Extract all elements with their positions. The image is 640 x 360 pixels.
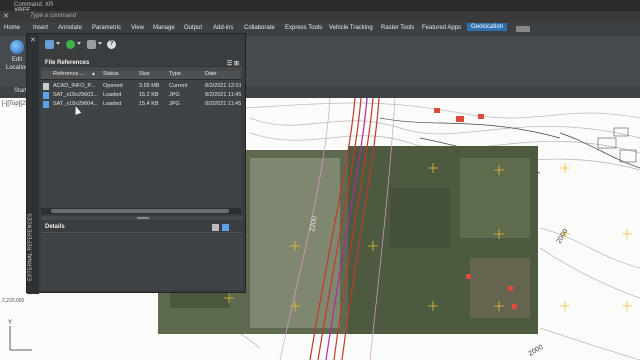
tab-parametric[interactable]: Parametric xyxy=(92,25,121,31)
close-icon[interactable]: ✕ xyxy=(3,12,9,20)
tab-start[interactable]: Start xyxy=(14,88,27,94)
change-path-icon[interactable] xyxy=(87,40,96,49)
palette-title-strip[interactable]: ✕ EXTERNAL REFERENCES xyxy=(27,34,39,294)
external-references-palette[interactable]: ✕ EXTERNAL REFERENCES ? File References … xyxy=(26,33,246,294)
tab-add-ins[interactable]: Add-ins xyxy=(213,25,233,31)
column-header-size[interactable]: Size xyxy=(139,71,150,77)
horizontal-scrollbar[interactable] xyxy=(41,208,241,214)
row-date: 8/2/2021 11:45 xyxy=(205,92,241,98)
details-pane xyxy=(41,234,243,290)
column-header-date[interactable]: Date xyxy=(205,71,217,77)
details-view-icon[interactable] xyxy=(212,224,219,231)
row-size: 15.4 KB xyxy=(139,101,159,107)
row-type: JPG xyxy=(169,101,180,107)
table-row[interactable]: SAT_x18x29603... Loaded 15.2 KB JPG 8/2/… xyxy=(41,91,241,100)
row-type: Current xyxy=(169,83,188,89)
column-header-reference[interactable]: Reference ... xyxy=(53,71,85,77)
image-file-icon xyxy=(43,101,49,108)
tab-collaborate[interactable]: Collaborate xyxy=(244,25,275,31)
details-header[interactable]: Details xyxy=(41,222,243,233)
splitter-grip[interactable] xyxy=(137,217,149,219)
contour-label: 2000 xyxy=(528,344,545,358)
row-status: Loaded xyxy=(103,92,122,98)
globe-icon xyxy=(10,40,24,54)
ribbon-options-button[interactable] xyxy=(516,26,530,32)
refresh-icon[interactable] xyxy=(66,40,75,49)
file-references-table[interactable]: Reference ... ▲ Status Size Type Date AC… xyxy=(41,70,241,212)
row-reference-name: SAT_x18x29603... xyxy=(53,92,98,98)
tab-annotate[interactable]: Annotate xyxy=(58,25,82,31)
tab-manage[interactable]: Manage xyxy=(153,25,175,31)
edit-location-button[interactable]: Edit Location xyxy=(6,40,29,72)
close-icon[interactable]: ✕ xyxy=(30,36,36,44)
command-input[interactable]: Type a command xyxy=(30,13,76,19)
row-status: Loaded xyxy=(103,101,122,107)
table-row[interactable]: SAT_x18x29604... Loaded 15.4 KB JPG 8/2/… xyxy=(41,100,241,109)
table-header: Reference ... ▲ Status Size Type Date xyxy=(41,70,241,80)
row-size: 15.2 KB xyxy=(139,92,159,98)
column-header-type[interactable]: Type xyxy=(169,71,181,77)
tab-view[interactable]: View xyxy=(131,25,144,31)
contour-label: 2000 xyxy=(556,228,570,245)
file-references-header[interactable]: File References ☰ ⊞ xyxy=(41,58,243,69)
table-row[interactable]: ACAD_INFO_P... Opened 3.59 MB Current 8/… xyxy=(41,82,241,91)
chevron-down-icon[interactable] xyxy=(77,42,81,45)
row-size: 3.59 MB xyxy=(139,83,160,89)
chevron-down-icon[interactable] xyxy=(56,42,60,45)
image-file-icon xyxy=(43,92,49,99)
chevron-down-icon[interactable] xyxy=(98,42,102,45)
list-view-icon[interactable]: ☰ ⊞ xyxy=(227,60,239,67)
attach-dwg-icon[interactable] xyxy=(45,40,54,49)
tab-home[interactable]: Home xyxy=(4,25,20,31)
row-reference-name: ACAD_INFO_P... xyxy=(53,83,96,89)
row-type: JPG xyxy=(169,92,180,98)
ucs-y-label: Y xyxy=(8,320,13,326)
palette-toolbar: ? xyxy=(41,38,241,52)
preview-view-icon[interactable] xyxy=(222,224,229,231)
row-date: 8/2/2021 12:01 xyxy=(205,83,241,89)
pane-splitter[interactable] xyxy=(41,216,243,220)
details-title: Details xyxy=(45,224,65,230)
dwg-file-icon xyxy=(43,83,49,90)
row-date: 8/2/2021 11:45 xyxy=(205,101,241,107)
tab-raster-tools[interactable]: Raster Tools xyxy=(381,25,414,31)
tab-vehicle-tracking[interactable]: Vehicle Tracking xyxy=(329,25,373,31)
tab-express-tools[interactable]: Express Tools xyxy=(285,25,322,31)
command-line[interactable]: ✕ Type a command xyxy=(0,11,640,22)
coordinate-readout: 2,220,000 xyxy=(2,298,25,304)
edit-location-label-2: Location xyxy=(6,65,29,71)
file-references-title: File References xyxy=(45,60,90,66)
tab-featured-apps[interactable]: Featured Apps xyxy=(422,25,461,31)
help-icon[interactable]: ? xyxy=(107,40,116,49)
scrollbar-thumb[interactable] xyxy=(51,209,229,213)
tab-geolocation[interactable]: Geolocation xyxy=(467,23,508,31)
sort-ascending-icon: ▲ xyxy=(91,71,96,77)
palette-title: EXTERNAL REFERENCES xyxy=(27,213,34,281)
edit-location-label-1: Edit xyxy=(11,57,23,63)
row-status: Opened xyxy=(103,83,123,89)
tab-output[interactable]: Output xyxy=(184,25,202,31)
column-header-status[interactable]: Status xyxy=(103,71,119,77)
tab-insert[interactable]: Insert xyxy=(33,25,48,31)
